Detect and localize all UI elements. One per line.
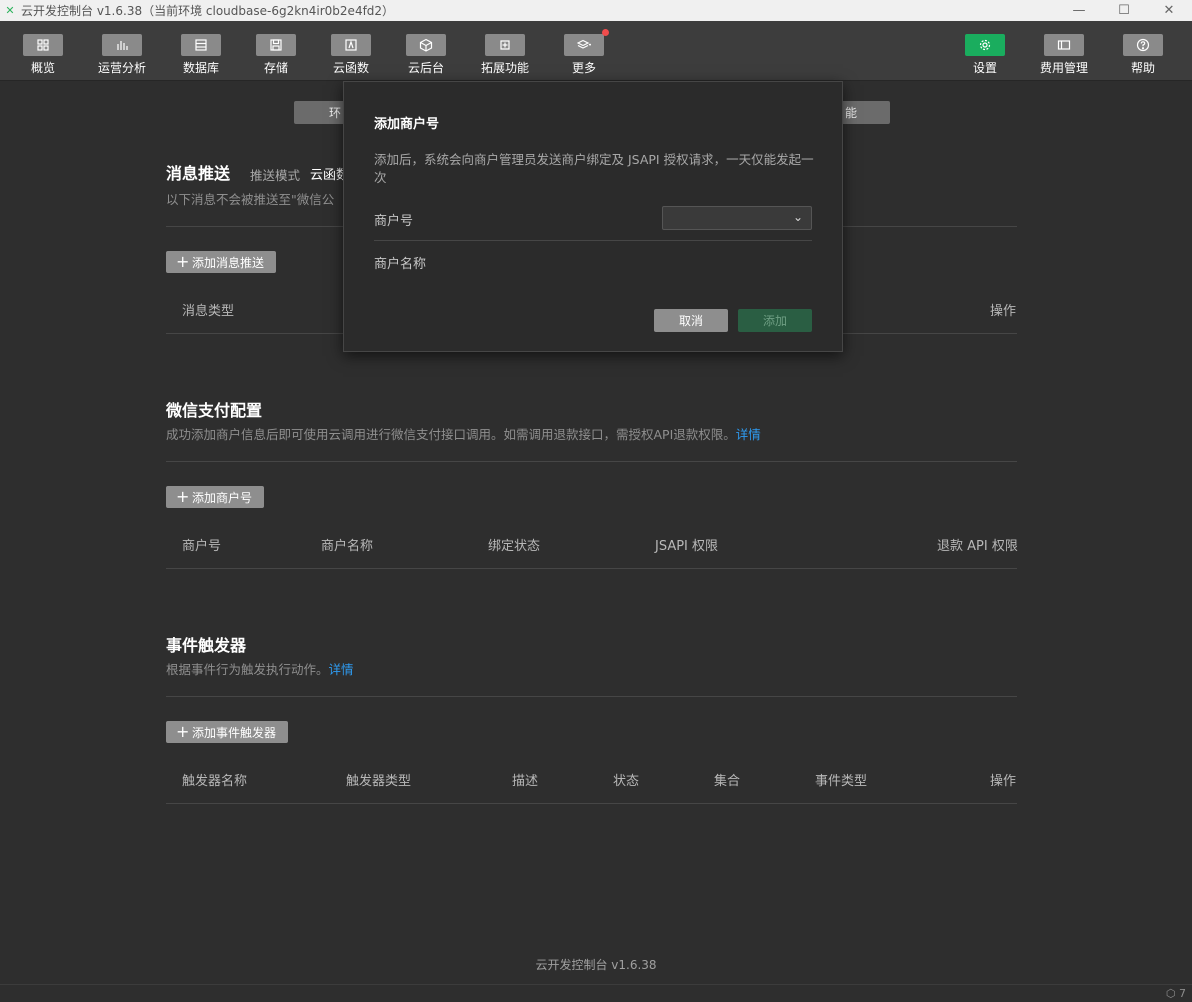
help-icon	[1123, 34, 1163, 56]
dialog-title: 添加商户号	[374, 117, 440, 132]
message-push-desc: 以下消息不会被推送至"微信公	[166, 192, 335, 207]
grid-icon	[23, 34, 63, 56]
divider	[166, 568, 1017, 569]
toolbar-analytics[interactable]: 运营分析	[83, 21, 161, 81]
add-message-push-label: 添加消息推送	[192, 255, 265, 270]
col-event-type: 事件类型	[815, 774, 868, 789]
close-window-button[interactable]: ✕	[1146, 0, 1192, 21]
toolbar-billing[interactable]: 费用管理	[1025, 21, 1103, 81]
chevron-down-icon: ⌄	[792, 210, 803, 224]
toolbar-extensions-label: 拓展功能	[480, 61, 529, 75]
plus-icon: +	[176, 252, 190, 271]
col-status: 状态	[613, 774, 640, 789]
wxpay-desc-text: 成功添加商户信息后即可使用云调用进行微信支付接口调用。如需调用退款接口，需授权A…	[166, 427, 736, 442]
cancel-button[interactable]: 取消	[654, 309, 728, 332]
add-message-push-button[interactable]: + 添加消息推送	[166, 251, 277, 273]
col-collection: 集合	[714, 774, 741, 789]
toolbar-settings[interactable]: 设置	[946, 21, 1024, 81]
merchant-name-label: 商户名称	[374, 257, 427, 272]
merchant-id-label: 商户号	[374, 214, 414, 229]
plus-icon: +	[176, 487, 190, 506]
col-jsapi-permission: JSAPI 权限	[655, 539, 719, 554]
col-refund-api-permission: 退款 API 权限	[937, 539, 1018, 554]
dialog-desc: 添加后，系统会向商户管理员发送商户绑定及 JSAPI 授权请求，一天仅能发起一次	[374, 152, 814, 185]
triggers-desc: 根据事件行为触发执行动作。详情	[166, 659, 354, 678]
toolbar-more[interactable]: 更多	[545, 21, 623, 81]
gear-icon	[965, 34, 1005, 56]
status-indicator: ⬡ 7	[1165, 987, 1186, 1000]
toolbar-storage-label: 存储	[263, 61, 288, 75]
wxpay-details-link[interactable]: 详情	[736, 427, 761, 442]
col-trigger-name: 触发器名称	[182, 774, 248, 789]
col-trigger-action: 操作	[990, 774, 1017, 789]
add-button[interactable]: 添加	[738, 309, 812, 332]
window-title: 云开发控制台 v1.6.38（当前环境 cloudbase-6g2kn4ir0b…	[21, 4, 395, 18]
title-bar: ✕ 云开发控制台 v1.6.38（当前环境 cloudbase-6g2kn4ir…	[0, 0, 1192, 21]
billing-icon	[1044, 34, 1084, 56]
app-logo-icon: ✕	[5, 3, 15, 17]
add-merchant-button[interactable]: + 添加商户号	[166, 486, 265, 508]
add-trigger-button[interactable]: + 添加事件触发器	[166, 721, 289, 743]
triggers-title: 事件触发器	[166, 636, 247, 655]
col-description: 描述	[512, 774, 539, 789]
database-icon	[181, 34, 221, 56]
toolbar-analytics-label: 运营分析	[97, 61, 146, 75]
add-merchant-dialog: 添加商户号 添加后，系统会向商户管理员发送商户绑定及 JSAPI 授权请求，一天…	[343, 81, 843, 352]
bar-chart-icon	[102, 34, 142, 56]
function-icon	[331, 34, 371, 56]
toolbar-overview-label: 概览	[30, 61, 55, 75]
message-push-title: 消息推送	[166, 164, 231, 183]
toolbar-cloud-backend[interactable]: 云后台	[387, 21, 465, 81]
toolbar-storage[interactable]: 存储	[237, 21, 315, 81]
layers-icon	[564, 29, 609, 56]
maximize-button[interactable]: ☐	[1101, 0, 1147, 21]
toolbar-extensions[interactable]: 拓展功能	[466, 21, 544, 81]
toolbar-billing-label: 费用管理	[1039, 61, 1088, 75]
toolbar-cloud-function-label: 云函数	[332, 61, 369, 75]
toolbar-settings-label: 设置	[972, 61, 997, 75]
plus-box-icon	[485, 34, 525, 56]
toolbar-database-label: 数据库	[182, 61, 219, 75]
col-trigger-type: 触发器类型	[346, 774, 412, 789]
wxpay-title: 微信支付配置	[166, 401, 263, 420]
toolbar-overview[interactable]: 概览	[4, 21, 82, 81]
col-message-action: 操作	[990, 304, 1017, 319]
col-message-type: 消息类型	[182, 304, 235, 319]
toolbar-more-label: 更多	[571, 61, 596, 75]
toolbar-cloud-function[interactable]: 云函数	[312, 21, 390, 81]
divider	[166, 461, 1017, 462]
wxpay-desc: 成功添加商户信息后即可使用云调用进行微信支付接口调用。如需调用退款接口，需授权A…	[166, 424, 761, 443]
add-merchant-label: 添加商户号	[192, 490, 253, 505]
merchant-id-select[interactable]: ⌄	[662, 206, 812, 230]
triggers-desc-text: 根据事件行为触发执行动作。	[166, 662, 329, 677]
tab-environment-label: 环	[328, 106, 341, 120]
divider	[166, 803, 1017, 804]
toolbar-database[interactable]: 数据库	[162, 21, 240, 81]
divider	[166, 696, 1017, 697]
toolbar-help-label: 帮助	[1130, 61, 1155, 75]
triggers-details-link[interactable]: 详情	[329, 662, 354, 677]
col-bind-status: 绑定状态	[488, 539, 541, 554]
col-merchant-name: 商户名称	[321, 539, 374, 554]
dialog-divider	[374, 240, 812, 241]
plus-icon: +	[176, 722, 190, 741]
save-icon	[256, 34, 296, 56]
status-bar: ⬡ 7	[0, 984, 1192, 1002]
main-toolbar: 概览 运营分析 数据库 存储 云函数 云后台 拓展功能 更多 设置 费用管理 帮…	[0, 21, 1192, 81]
footer-version: 云开发控制台 v1.6.38	[535, 958, 657, 972]
toolbar-cloud-backend-label: 云后台	[407, 61, 444, 75]
push-mode-label: 推送模式	[250, 168, 301, 183]
minimize-button[interactable]: —	[1056, 0, 1102, 21]
tab-extensions-label: 能	[844, 106, 857, 120]
notification-dot	[602, 29, 609, 36]
toolbar-help[interactable]: 帮助	[1104, 21, 1182, 81]
add-trigger-label: 添加事件触发器	[192, 725, 277, 740]
cube-icon	[406, 34, 446, 56]
col-merchant-id: 商户号	[182, 539, 222, 554]
